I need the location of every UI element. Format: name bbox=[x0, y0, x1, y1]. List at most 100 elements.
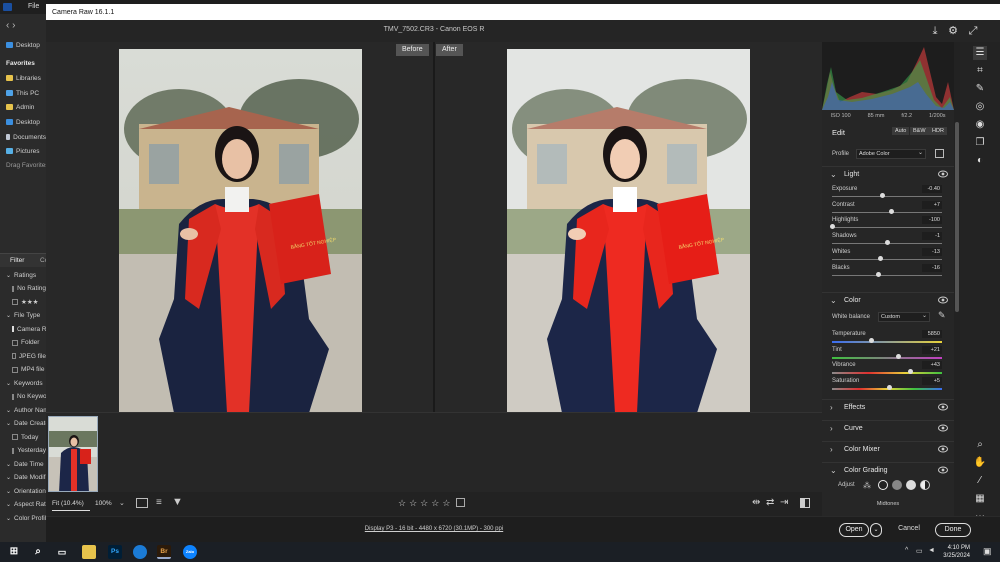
windows-start-icon[interactable]: ⊞ bbox=[7, 545, 21, 559]
slider-track[interactable] bbox=[832, 341, 942, 343]
healing-brush-icon[interactable]: ✎ bbox=[973, 82, 987, 96]
filter-category[interactable]: ⌄Date Created bbox=[0, 417, 46, 431]
filter-option[interactable]: ★★★ bbox=[0, 295, 46, 309]
hdr-button[interactable]: HDR bbox=[929, 127, 947, 135]
slider-thumb[interactable] bbox=[888, 208, 894, 214]
slider-value-field[interactable]: -16 bbox=[922, 263, 942, 272]
filter-option[interactable]: Camera Raw bbox=[0, 322, 46, 336]
trash-icon[interactable] bbox=[456, 498, 466, 507]
favorite-documents[interactable]: Documents bbox=[0, 130, 46, 144]
favorite-desktop[interactable]: Desktop bbox=[0, 38, 46, 52]
zoom-dropdown-chevron-icon[interactable]: ⌄ bbox=[119, 499, 125, 507]
filter-category[interactable]: ⌄Date Modified bbox=[0, 471, 46, 485]
filter-category[interactable]: ⌄Aspect Ratio bbox=[0, 498, 46, 512]
filter-option[interactable]: No Rating bbox=[0, 282, 46, 296]
filter-checkbox[interactable] bbox=[12, 366, 18, 373]
masking-icon[interactable]: ◎ bbox=[973, 100, 987, 114]
settings-gear-icon[interactable]: ⚙ bbox=[946, 24, 960, 38]
slider-thumb[interactable] bbox=[875, 271, 881, 277]
filter-category[interactable]: ⌄ File Type bbox=[0, 309, 46, 323]
effects-visibility-eye-icon[interactable] bbox=[938, 403, 948, 411]
filter-checkbox[interactable] bbox=[12, 285, 15, 292]
slider-thumb[interactable] bbox=[907, 369, 913, 374]
filter-category[interactable]: ⌄ Orientation bbox=[0, 484, 46, 498]
grid-overlay-icon[interactable]: ▦ bbox=[973, 492, 987, 506]
star-3-icon[interactable]: ☆ bbox=[420, 498, 428, 509]
snapshots-icon[interactable]: ❐ bbox=[973, 136, 987, 150]
tray-chevron-icon[interactable]: ^ bbox=[905, 547, 908, 554]
favorite-this-pc[interactable]: This PC bbox=[0, 86, 46, 100]
light-visibility-eye-icon[interactable] bbox=[938, 170, 948, 178]
wb-dropdown-chevron-icon[interactable]: ⌄ bbox=[922, 312, 927, 319]
filter-checkbox[interactable] bbox=[12, 339, 18, 346]
slider-value-field[interactable]: 5850 bbox=[922, 330, 942, 338]
slider-thumb[interactable] bbox=[829, 224, 835, 230]
before-after-view-icon[interactable]: ⇹ bbox=[752, 497, 760, 508]
fullscreen-icon[interactable]: ⤢ bbox=[966, 24, 980, 38]
filter-checkbox[interactable] bbox=[12, 434, 18, 440]
profile-dropdown-chevron-icon[interactable]: ⌄ bbox=[918, 149, 923, 156]
color-section-header[interactable]: ⌄ Color bbox=[822, 292, 954, 308]
sort-icon[interactable]: ≡ bbox=[156, 497, 162, 508]
curve-visibility-eye-icon[interactable] bbox=[938, 424, 948, 432]
bridge-menu-file[interactable]: File bbox=[28, 3, 39, 10]
color-grading-section-header[interactable]: ⌄ Color Grading bbox=[822, 462, 954, 478]
effects-section-header[interactable]: › Effects bbox=[822, 399, 954, 415]
filter-checkbox[interactable] bbox=[12, 299, 18, 305]
volume-icon[interactable]: ◄ bbox=[928, 547, 935, 554]
color-mixer-visibility-eye-icon[interactable] bbox=[938, 445, 948, 453]
filter-option[interactable]: Today bbox=[0, 430, 46, 444]
slider-value-field[interactable]: +21 bbox=[922, 345, 942, 354]
slider-value-field[interactable]: +7 bbox=[922, 200, 942, 209]
notification-icon[interactable]: ▣ bbox=[983, 546, 992, 557]
edit-sliders-icon[interactable]: ☰ bbox=[973, 46, 987, 60]
star-4-icon[interactable]: ☆ bbox=[431, 498, 439, 509]
filter-category[interactable]: ⌄ Ratings bbox=[0, 268, 46, 282]
slider-track[interactable] bbox=[832, 227, 942, 229]
taskbar-clock[interactable]: 4:10 PM 3/25/2024 bbox=[943, 544, 970, 560]
highlights-wheel-icon[interactable] bbox=[906, 480, 916, 490]
search-icon[interactable]: ⌕ bbox=[31, 545, 45, 559]
zoom-magnifier-icon[interactable]: ⌕ bbox=[973, 438, 987, 452]
slider-track[interactable] bbox=[832, 372, 942, 374]
eyedropper-icon[interactable]: ✎ bbox=[938, 310, 946, 321]
star-5-icon[interactable]: ☆ bbox=[442, 498, 450, 509]
hand-tool-icon[interactable]: ✋ bbox=[973, 456, 987, 470]
tab-filter[interactable]: Filter bbox=[10, 257, 24, 264]
before-label[interactable]: Before bbox=[396, 44, 429, 56]
edge-browser-icon[interactable] bbox=[133, 545, 147, 559]
favorite-desktop-2[interactable]: Desktop bbox=[0, 115, 46, 129]
filter-funnel-icon[interactable]: ▼ bbox=[172, 496, 183, 508]
bw-button[interactable]: B&W bbox=[910, 127, 929, 135]
filter-checkbox[interactable] bbox=[12, 353, 16, 359]
slider-track[interactable] bbox=[832, 356, 942, 359]
filter-option[interactable]: MP4 file bbox=[0, 363, 46, 377]
filter-category[interactable]: ⌄ Date Time bbox=[0, 457, 46, 471]
zalo-icon[interactable]: Zalo bbox=[183, 545, 197, 559]
open-button[interactable]: Open bbox=[839, 523, 869, 537]
star-2-icon[interactable]: ☆ bbox=[409, 498, 417, 509]
curve-section-header[interactable]: › Curve bbox=[822, 420, 954, 436]
slider-track[interactable] bbox=[832, 196, 942, 197]
filmstrip-toggle-icon[interactable] bbox=[136, 498, 148, 508]
photoshop-icon[interactable]: Ps bbox=[108, 545, 122, 559]
nav-back-icon[interactable]: ‹ › bbox=[6, 20, 15, 31]
favorite-libraries[interactable]: Libraries bbox=[0, 71, 46, 85]
save-icon[interactable]: ⤓ bbox=[928, 24, 942, 38]
presets-icon[interactable]: ◐ bbox=[973, 154, 987, 168]
filter-category[interactable]: ⌄ Keywords bbox=[0, 376, 46, 390]
slider-track[interactable] bbox=[832, 211, 942, 213]
task-view-icon[interactable]: ▭ bbox=[55, 545, 69, 559]
slider-track[interactable] bbox=[832, 258, 942, 260]
filter-option[interactable]: JPEG file bbox=[0, 349, 46, 363]
slider-thumb[interactable] bbox=[895, 353, 901, 359]
open-dropdown-chevron-icon[interactable]: ⌄ bbox=[870, 523, 882, 537]
favorite-admin[interactable]: Admin bbox=[0, 100, 46, 114]
three-way-icon[interactable]: ⁂ bbox=[863, 481, 871, 490]
slider-thumb[interactable] bbox=[877, 255, 883, 261]
split-view-icon[interactable] bbox=[800, 498, 810, 508]
slider-value-field[interactable]: -100 bbox=[922, 216, 942, 225]
slider-track[interactable] bbox=[832, 274, 942, 276]
slider-thumb[interactable] bbox=[884, 240, 890, 246]
sampler-icon[interactable]: ⁄ bbox=[973, 474, 987, 488]
